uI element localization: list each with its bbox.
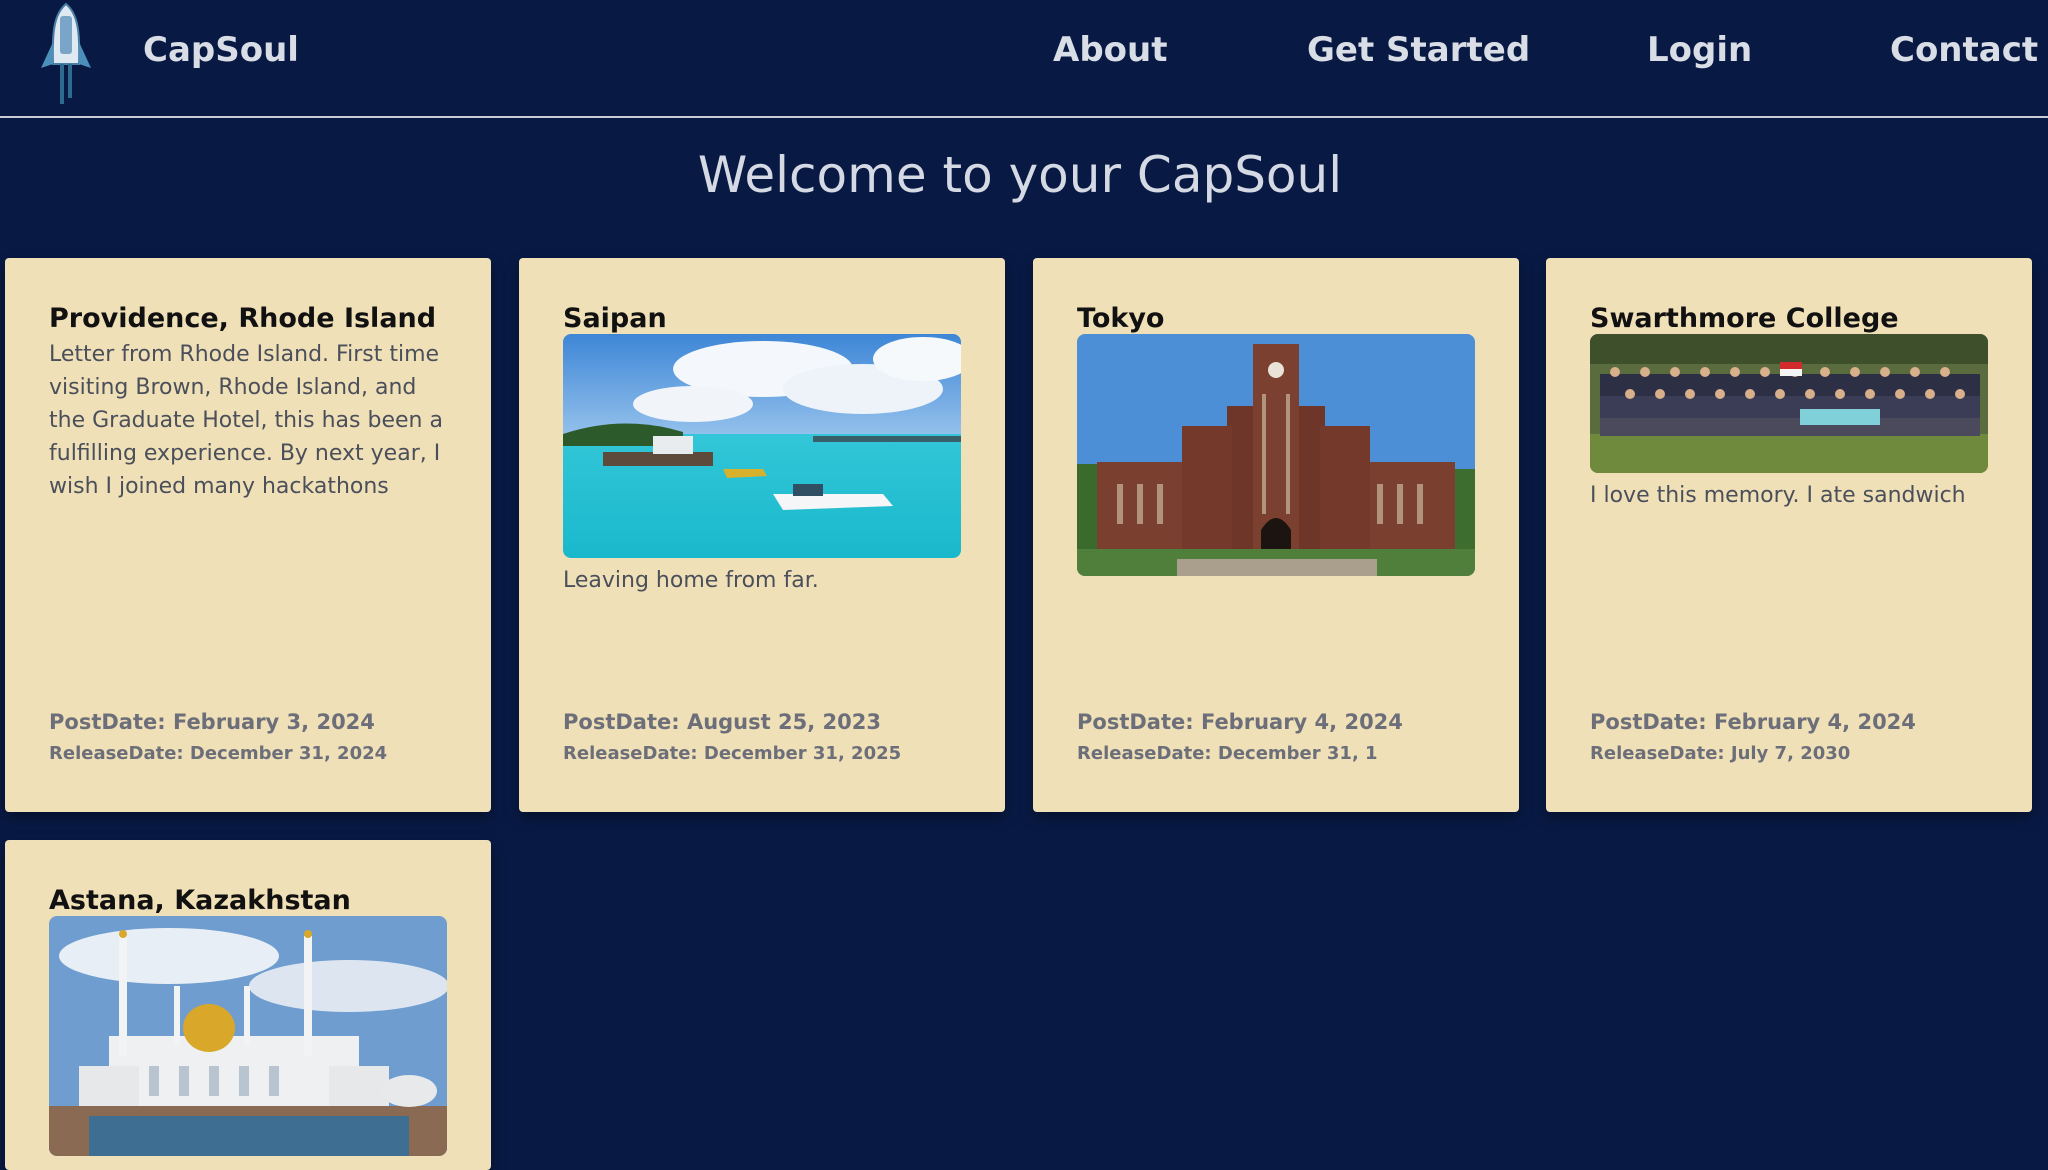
card-title: Saipan — [563, 303, 667, 334]
nav-contact-link[interactable]: Contact — [1890, 30, 2038, 70]
post-date: PostDate: February 4, 2024 — [1077, 710, 1403, 734]
card-title: Swarthmore College — [1590, 303, 1899, 334]
card-title: Tokyo — [1077, 303, 1165, 334]
capsule-card[interactable]: Saipan Leaving home from far. PostDate: … — [519, 258, 1005, 812]
release-date: ReleaseDate: December 31, 2025 — [563, 743, 902, 764]
nav-login-link[interactable]: Login — [1647, 30, 1752, 70]
page-title: Welcome to your CapSoul — [697, 146, 1343, 204]
capsule-card[interactable]: Tokyo PostDate: February 4, 2024 Release… — [1033, 258, 1519, 812]
group-photo — [1590, 334, 1988, 473]
post-date: PostDate: February 3, 2024 — [49, 710, 375, 734]
card-text: Leaving home from far. — [563, 568, 819, 593]
post-date: PostDate: February 4, 2024 — [1590, 710, 1916, 734]
nav-about-link[interactable]: About — [1053, 30, 1167, 70]
capsule-card[interactable]: Providence, Rhode Island Letter from Rho… — [5, 258, 491, 812]
top-nav: CapSoul About Get Started Login Contact — [0, 0, 2048, 118]
release-date: ReleaseDate: December 31, 2024 — [49, 743, 388, 764]
university-building-photo — [1077, 334, 1475, 576]
beach-photo — [563, 334, 961, 558]
nav-get-started-link[interactable]: Get Started — [1307, 30, 1530, 70]
card-text: I love this memory. I ate sandwich — [1590, 483, 1966, 508]
post-date: PostDate: August 25, 2023 — [563, 710, 881, 734]
capsule-card[interactable]: Swarthmore College I love this memory. I… — [1546, 258, 2032, 812]
capsule-card[interactable]: Astana, Kazakhstan — [5, 840, 491, 1170]
rocket-icon[interactable] — [36, 2, 96, 106]
card-text: Letter from Rhode Island. First time vis… — [49, 342, 443, 499]
release-date: ReleaseDate: December 31, 1 — [1077, 743, 1378, 764]
mosque-photo — [49, 916, 447, 1156]
brand-name[interactable]: CapSoul — [143, 30, 299, 70]
release-date: ReleaseDate: July 7, 2030 — [1590, 743, 1851, 764]
card-title: Providence, Rhode Island — [49, 303, 437, 334]
card-title: Astana, Kazakhstan — [49, 885, 351, 916]
